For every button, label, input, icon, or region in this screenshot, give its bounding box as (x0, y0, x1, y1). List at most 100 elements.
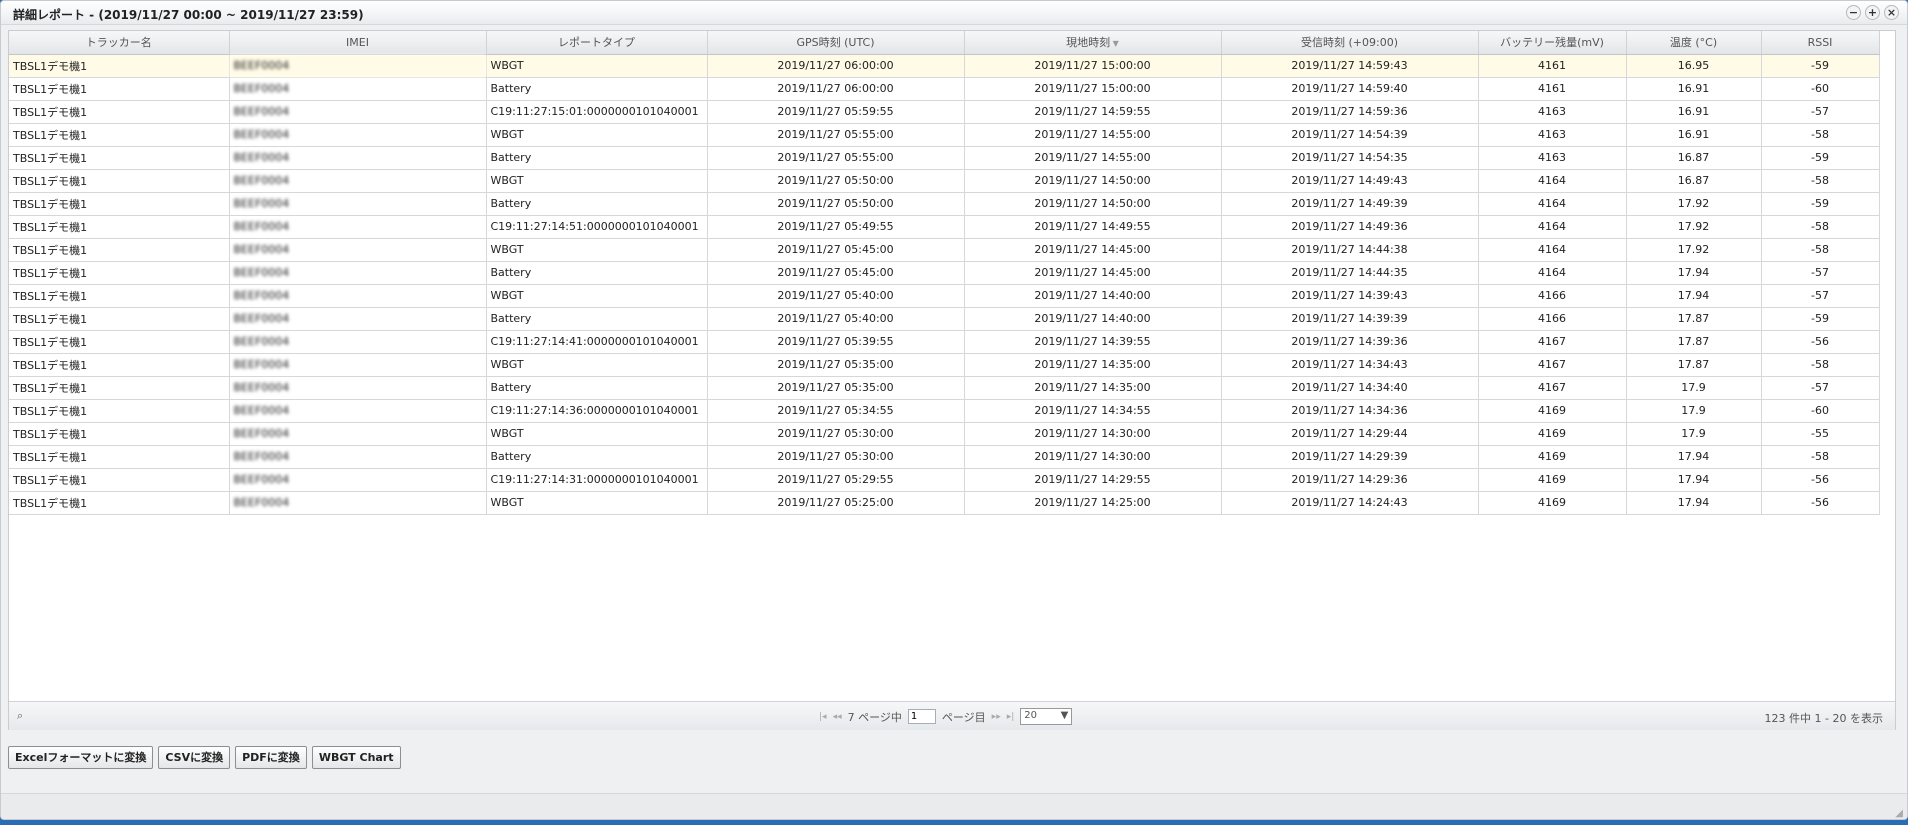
title-bar[interactable]: 詳細レポート - (2019/11/27 00:00 ~ 2019/11/27 … (1, 1, 1907, 25)
table-cell: TBSL1デモ機1 (9, 422, 230, 446)
column-header[interactable]: 現地時刻 ▼ (964, 31, 1222, 55)
table-cell: 2019/11/27 14:44:35 (1221, 261, 1479, 285)
column-header-label: GPS時刻 (UTC) (796, 36, 875, 50)
csv-export-button[interactable]: CSVに変換 (158, 746, 231, 769)
pdf-export-button[interactable]: PDFに変換 (235, 746, 307, 769)
window-title: 詳細レポート - (2019/11/27 00:00 ~ 2019/11/27 … (13, 8, 364, 22)
table-cell: 4161 (1478, 53, 1627, 78)
table-cell: TBSL1デモ機1 (9, 468, 230, 492)
table-row[interactable]: TBSL1デモ機1 BEEF0004 Battery 2019/11/27 05:35… (9, 376, 1880, 400)
table-cell: 2019/11/27 14:40:00 (964, 307, 1222, 331)
table-cell: 2019/11/27 14:29:39 (1221, 445, 1479, 469)
table-cell: -59 (1761, 307, 1880, 331)
table-cell: BEEF0004 (229, 468, 487, 492)
table-row[interactable]: TBSL1デモ機1 BEEF0004 Battery 2019/11/27 06:00… (9, 77, 1880, 101)
excel-export-button[interactable]: Excelフォーマットに変換 (8, 746, 154, 769)
table-cell: 2019/11/27 05:29:55 (707, 468, 965, 492)
table-cell: -56 (1761, 491, 1880, 515)
table-cell: 2019/11/27 14:34:55 (964, 399, 1222, 423)
column-header[interactable]: RSSI (1761, 31, 1880, 55)
table-cell: BEEF0004 (229, 445, 487, 469)
table-cell: 17.94 (1626, 491, 1762, 515)
table-row[interactable]: TBSL1デモ機1 BEEF0004 Battery 2019/11/27 05:50… (9, 192, 1880, 216)
prev-page-icon[interactable]: ◂◂ (833, 712, 842, 722)
table-cell: 2019/11/27 05:50:00 (707, 169, 965, 193)
table-row[interactable]: TBSL1デモ機1 BEEF0004 WBGT 2019/11/27 06:00:00… (9, 53, 1880, 78)
table-row[interactable]: TBSL1デモ機1 BEEF0004 C19:11:27:14:41:0000000… (9, 330, 1880, 354)
table-row[interactable]: TBSL1デモ機1 BEEF0004 WBGT 2019/11/27 05:35:00… (9, 353, 1880, 377)
table-cell: TBSL1デモ機1 (9, 376, 230, 400)
column-header[interactable]: IMEI (229, 31, 487, 55)
table-cell: 2019/11/27 14:39:36 (1221, 330, 1479, 354)
table-cell: Battery (486, 376, 708, 400)
table-cell: 2019/11/27 14:40:00 (964, 284, 1222, 308)
column-header[interactable]: レポートタイプ (486, 31, 708, 55)
next-page-icon[interactable]: ▸▸ (992, 712, 1001, 722)
table-cell: 16.87 (1626, 146, 1762, 170)
table-row[interactable]: TBSL1デモ機1 BEEF0004 C19:11:27:14:51:0000000… (9, 215, 1880, 239)
search-icon[interactable]: ⌕ (17, 709, 23, 723)
table-cell: 2019/11/27 05:30:00 (707, 422, 965, 446)
table-cell: -58 (1761, 353, 1880, 377)
table-cell: 2019/11/27 05:50:00 (707, 192, 965, 216)
table-cell: BEEF0004 (229, 215, 487, 239)
column-header-label: 温度 (°C) (1669, 36, 1718, 50)
table-cell: -56 (1761, 468, 1880, 492)
table-cell: 2019/11/27 14:54:39 (1221, 123, 1479, 147)
table-cell: 17.9 (1626, 422, 1762, 446)
table-cell: 2019/11/27 14:54:35 (1221, 146, 1479, 170)
column-header[interactable]: GPS時刻 (UTC) (707, 31, 965, 55)
table-row[interactable]: TBSL1デモ機1 BEEF0004 WBGT 2019/11/27 05:55:00… (9, 123, 1880, 147)
table-row[interactable]: TBSL1デモ機1 BEEF0004 C19:11:27:15:01:0000000… (9, 100, 1880, 124)
header-row: トラッカー名 IMEI レポートタイプ GPS時刻 (UTC) 現地時刻 ▼ 受信時刻 (… (9, 31, 1880, 55)
last-page-icon[interactable]: ▸| (1007, 712, 1015, 722)
column-header[interactable]: トラッカー名 (9, 31, 230, 55)
table-cell: 2019/11/27 14:30:00 (964, 445, 1222, 469)
window-controls: − + × (1846, 5, 1899, 20)
table-cell: 16.91 (1626, 100, 1762, 124)
table-cell: BEEF0004 (229, 100, 487, 124)
table-cell: TBSL1デモ機1 (9, 399, 230, 423)
table-row[interactable]: TBSL1デモ機1 BEEF0004 Battery 2019/11/27 05:55… (9, 146, 1880, 170)
table-row[interactable]: TBSL1デモ機1 BEEF0004 C19:11:27:14:31:0000000… (9, 468, 1880, 492)
table-row[interactable]: TBSL1デモ機1 BEEF0004 Battery 2019/11/27 05:45… (9, 261, 1880, 285)
page-size-select[interactable]: 20 ▼ (1020, 708, 1073, 725)
table-cell: WBGT (486, 123, 708, 147)
minimize-button[interactable]: − (1846, 5, 1861, 20)
table-cell: 2019/11/27 14:39:55 (964, 330, 1222, 354)
table-cell: TBSL1デモ機1 (9, 284, 230, 308)
table-row[interactable]: TBSL1デモ機1 BEEF0004 WBGT 2019/11/27 05:25:00… (9, 491, 1880, 515)
page-number-input[interactable] (907, 709, 936, 724)
table-row[interactable]: TBSL1デモ機1 BEEF0004 Battery 2019/11/27 05:40… (9, 307, 1880, 331)
table-cell: -58 (1761, 169, 1880, 193)
table-cell: 4169 (1478, 422, 1627, 446)
table-cell: TBSL1デモ機1 (9, 215, 230, 239)
table-cell: 2019/11/27 14:30:00 (964, 422, 1222, 446)
column-header[interactable]: 温度 (°C) (1626, 31, 1762, 55)
table-cell: 4169 (1478, 468, 1627, 492)
resize-grip-icon[interactable]: ◢ (1895, 808, 1903, 819)
table-row[interactable]: TBSL1デモ機1 BEEF0004 WBGT 2019/11/27 05:40:00… (9, 284, 1880, 308)
table-cell: 4164 (1478, 192, 1627, 216)
close-button[interactable]: × (1884, 5, 1899, 20)
table-row[interactable]: TBSL1デモ機1 BEEF0004 WBGT 2019/11/27 05:30:00… (9, 422, 1880, 446)
column-header-label: 現地時刻 (1066, 36, 1111, 50)
table-cell: WBGT (486, 238, 708, 262)
table-row[interactable]: TBSL1デモ機1 BEEF0004 WBGT 2019/11/27 05:45:00… (9, 238, 1880, 262)
table-cell: -58 (1761, 238, 1880, 262)
table-cell: C19:11:27:14:41:0000000101040001 (486, 330, 708, 354)
table-row[interactable]: TBSL1デモ機1 BEEF0004 C19:11:27:14:36:0000000… (9, 399, 1880, 423)
maximize-button[interactable]: + (1865, 5, 1880, 20)
column-header[interactable]: 受信時刻 (+09:00) (1221, 31, 1479, 55)
table-cell: 2019/11/27 14:44:38 (1221, 238, 1479, 262)
table-row[interactable]: TBSL1デモ機1 BEEF0004 WBGT 2019/11/27 05:50:00… (9, 169, 1880, 193)
table-cell: 2019/11/27 05:40:00 (707, 284, 965, 308)
column-header[interactable]: バッテリー残量(mV) (1478, 31, 1627, 55)
wbgt-chart-button[interactable]: WBGT Chart (311, 746, 401, 769)
table-cell: -59 (1761, 146, 1880, 170)
table-cell: 4169 (1478, 445, 1627, 469)
table-cell: TBSL1デモ機1 (9, 192, 230, 216)
report-table: トラッカー名 IMEI レポートタイプ GPS時刻 (UTC) 現地時刻 ▼ 受信時刻 (… (9, 31, 1880, 515)
table-row[interactable]: TBSL1デモ機1 BEEF0004 Battery 2019/11/27 05:30… (9, 445, 1880, 469)
first-page-icon[interactable]: |◂ (819, 712, 827, 722)
